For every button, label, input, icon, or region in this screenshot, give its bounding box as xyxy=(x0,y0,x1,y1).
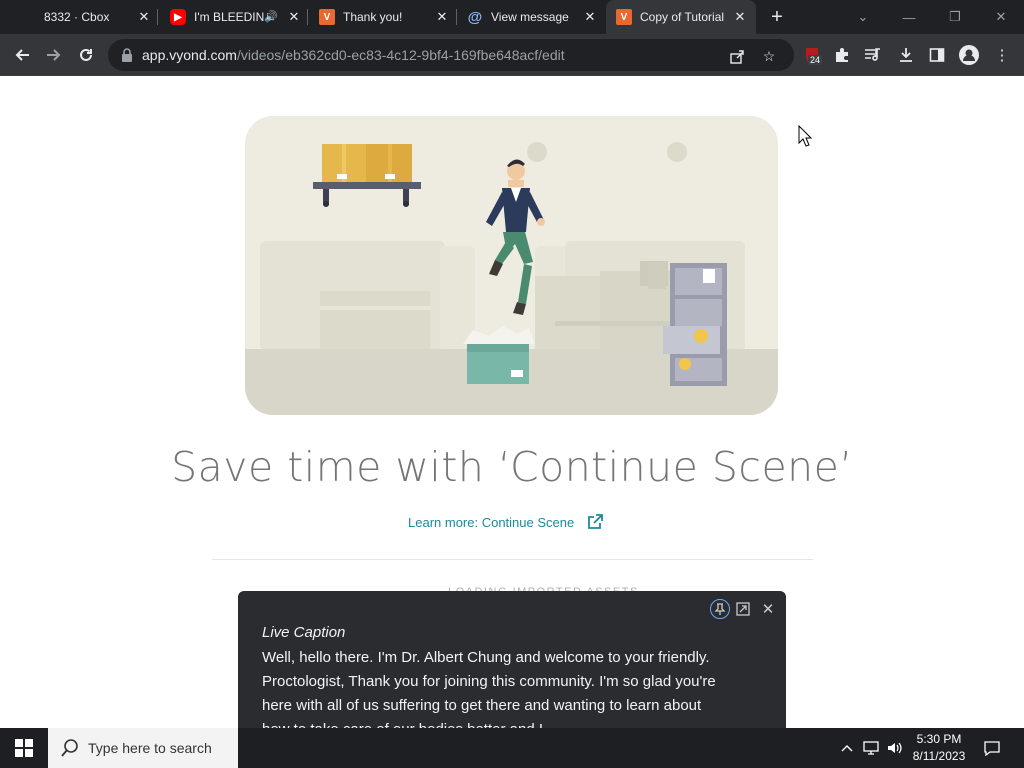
tab-title: 8332 · Cbox xyxy=(44,10,110,24)
ublock-extension-icon[interactable]: 24 xyxy=(802,44,824,66)
close-icon[interactable]: ✕ xyxy=(582,9,598,25)
caption-line: Well, hello there. I'm Dr. Albert Chung … xyxy=(262,649,710,666)
restore-button[interactable]: ❐ xyxy=(932,0,978,34)
divider xyxy=(212,559,813,560)
url-text: app.vyond.com/videos/eb362cd0-ec83-4c12-… xyxy=(142,47,565,63)
continue-scene-illustration xyxy=(245,116,778,415)
tab-copy-of-tutorial[interactable]: V Copy of Tutorial ✕ xyxy=(606,0,756,34)
close-icon[interactable]: ✕ xyxy=(434,9,450,25)
caption-title: Live Caption xyxy=(262,624,346,641)
tab-cbox[interactable]: 8332 · Cbox ✕ xyxy=(10,0,160,34)
clock-date: 8/11/2023 xyxy=(912,749,966,763)
reload-button[interactable] xyxy=(74,43,98,67)
taskbar-search-box[interactable]: Type here to search xyxy=(48,728,238,768)
url-host: app.vyond.com xyxy=(142,47,237,63)
forward-button[interactable] xyxy=(42,43,66,67)
side-panel-icon[interactable] xyxy=(926,44,948,66)
external-link-icon xyxy=(588,514,604,529)
back-arrow-icon xyxy=(15,49,29,61)
browser-toolbar: app.vyond.com/videos/eb362cd0-ec83-4c12-… xyxy=(0,34,1024,76)
system-clock[interactable]: 5:30 PM 8/11/2023 xyxy=(905,731,973,765)
speaker-icon[interactable]: 🔊 xyxy=(264,10,278,23)
search-icon xyxy=(61,739,78,757)
tab-separator xyxy=(456,9,457,25)
windows-logo-icon xyxy=(15,739,33,757)
start-button[interactable] xyxy=(0,728,48,768)
tab-youtube[interactable]: ▶ I'm BLEEDIN 🔊 ✕ xyxy=(160,0,310,34)
clock-time: 5:30 PM xyxy=(916,732,962,746)
search-placeholder: Type here to search xyxy=(88,740,212,756)
tab-thank-you[interactable]: V Thank you! ✕ xyxy=(310,0,458,34)
lock-icon xyxy=(122,48,132,62)
youtube-icon: ▶ xyxy=(170,9,186,25)
page-title: Save time with ‘Continue Scene’ xyxy=(171,443,853,491)
caption-line: here with all of us suffering to get the… xyxy=(262,697,702,714)
reload-icon xyxy=(80,48,92,61)
tab-separator xyxy=(157,9,158,25)
window-close-button[interactable]: ✕ xyxy=(978,0,1024,34)
vyond-icon: V xyxy=(319,9,335,25)
volume-icon[interactable] xyxy=(884,728,906,768)
close-icon[interactable]: ✕ xyxy=(732,9,748,25)
caption-close-icon[interactable]: ✕ xyxy=(758,599,778,619)
close-icon[interactable]: ✕ xyxy=(286,9,302,25)
caption-line: Proctologist, Thank you for joining this… xyxy=(262,673,716,690)
vyond-icon: V xyxy=(616,9,632,25)
show-hidden-icons-chevron[interactable] xyxy=(836,728,858,768)
tab-view-message[interactable]: @ View message - ✕ xyxy=(459,0,606,34)
pin-icon[interactable] xyxy=(710,599,730,619)
browser-tab-strip: 8332 · Cbox ✕ ▶ I'm BLEEDIN 🔊 ✕ V Thank … xyxy=(0,0,1024,34)
windows-taskbar: Type here to search 5:30 PM 8/11/2023 xyxy=(0,728,1024,768)
download-icon[interactable] xyxy=(895,44,917,66)
tab-title: Thank you! xyxy=(343,10,403,24)
media-control-icon[interactable] xyxy=(862,44,884,66)
mouse-pointer-icon xyxy=(798,125,812,147)
expand-icon[interactable] xyxy=(733,599,753,619)
address-bar[interactable]: app.vyond.com/videos/eb362cd0-ec83-4c12-… xyxy=(108,39,794,71)
tab-search-icon[interactable]: ⌄ xyxy=(840,0,886,34)
tab-separator xyxy=(307,9,308,25)
share-icon[interactable] xyxy=(728,47,746,65)
close-icon[interactable]: ✕ xyxy=(136,9,152,25)
back-button[interactable] xyxy=(10,43,34,67)
cbox-icon xyxy=(10,9,26,25)
bookmark-star-icon[interactable]: ☆ xyxy=(760,47,778,65)
at-icon: @ xyxy=(467,8,483,26)
extensions-puzzle-icon[interactable] xyxy=(831,44,853,66)
new-tab-button[interactable]: + xyxy=(765,5,789,29)
forward-arrow-icon xyxy=(47,49,61,61)
network-icon[interactable] xyxy=(860,728,882,768)
learn-more-label: Learn more: Continue Scene xyxy=(408,514,575,530)
url-path: /videos/eb362cd0-ec83-4c12-9bf4-169fbe64… xyxy=(236,47,565,63)
notifications-icon[interactable] xyxy=(980,728,1004,768)
menu-kebab-icon[interactable]: ⋮ xyxy=(991,44,1013,66)
tab-title: I'm BLEEDIN xyxy=(194,10,265,24)
extension-badge: 24 xyxy=(808,55,823,65)
office-scene-image xyxy=(245,116,778,415)
profile-avatar-icon[interactable] xyxy=(958,44,980,66)
learn-more-link[interactable]: Learn more: Continue Scene xyxy=(408,513,604,531)
tab-title: View message - xyxy=(491,10,571,24)
tab-title: Copy of Tutorial xyxy=(640,10,725,24)
minimize-button[interactable]: — xyxy=(886,0,932,34)
